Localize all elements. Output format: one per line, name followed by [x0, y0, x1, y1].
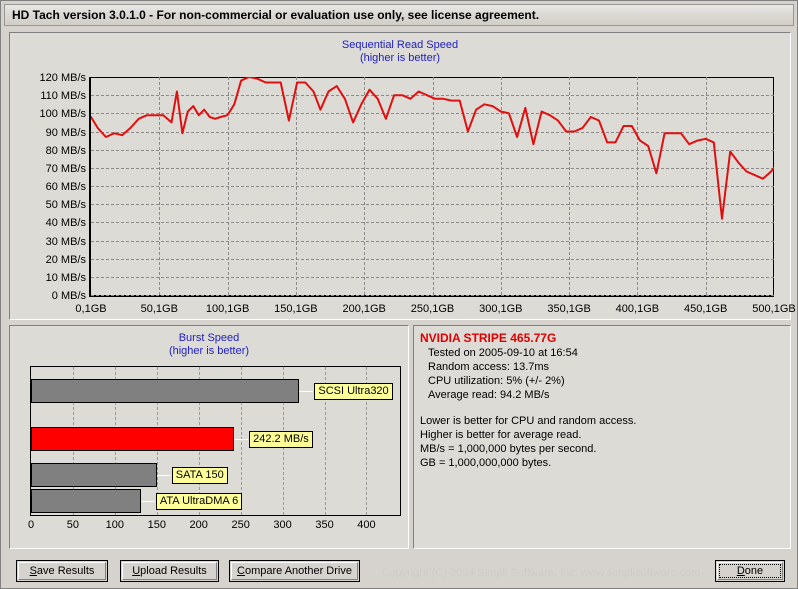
read-x-tick-label: 400,1GB: [615, 303, 660, 315]
cpu-utilization: CPU utilization: 5% (+/- 2%): [428, 375, 565, 387]
gridline-y: [91, 295, 774, 296]
read-x-tick-label: 0,1GB: [75, 303, 107, 315]
read-chart-subtitle: (higher is better): [359, 52, 441, 64]
burst-bar-callout: SATA 150: [171, 467, 228, 484]
upload-results-button[interactable]: Upload Results: [120, 560, 219, 582]
copyright-watermark: Copyright (C) 2004 Simpli Software, Inc.…: [381, 567, 701, 579]
compare-accel: C: [237, 565, 245, 577]
upload-accel: U: [132, 565, 141, 577]
burst-x-tick-label: 50: [66, 519, 80, 531]
note-gb-definition: GB = 1,000,000,000 bytes.: [420, 457, 552, 469]
read-y-tick-label: 30 MB/s: [45, 235, 86, 248]
burst-chart-subtitle: (higher is better): [168, 345, 250, 357]
burst-x-tick-label: 250: [231, 519, 250, 531]
burst-x-tick-label: 400: [357, 519, 376, 531]
read-y-tick-label: 110 MB/s: [40, 90, 86, 103]
read-y-tick-label: 70 MB/s: [45, 162, 86, 175]
read-x-tick-label: 100,1GB: [205, 303, 250, 315]
tested-on: Tested on 2005-09-10 at 16:54: [428, 347, 578, 359]
compare-another-drive-button[interactable]: Compare Another Drive: [229, 560, 360, 582]
read-y-tick-label: 10 MB/s: [45, 271, 86, 284]
hd-tach-window: HD Tach version 3.0.1.0 - For non-commer…: [0, 0, 798, 589]
burst-bar-callout: ATA UltraDMA 6: [155, 493, 243, 510]
read-y-tick-label: 100 MB/s: [39, 108, 86, 121]
save-accel: S: [29, 565, 37, 577]
read-y-tick-label: 80 MB/s: [45, 144, 86, 157]
burst-bar: [31, 463, 157, 487]
burst-x-tick-label: 100: [105, 519, 125, 531]
read-y-tick-label: 60 MB/s: [45, 181, 86, 193]
window-title: HD Tach version 3.0.1.0 - For non-commer…: [12, 8, 540, 22]
read-y-tick-label: 20 MB/s: [45, 253, 86, 266]
burst-speed-panel: Burst Speed (higher is better) SCSI Ultr…: [9, 325, 409, 549]
read-x-tick-label: 200,1GB: [342, 303, 386, 315]
read-speed-trace: [91, 77, 774, 220]
read-x-tick-label: 50,1GB: [140, 303, 178, 315]
compare-label: Compare Another Drive: [237, 565, 352, 577]
burst-x-tick-label: 300: [273, 519, 292, 531]
compare-rest: ompare Another Drive: [244, 565, 352, 577]
random-access: Random access: 13.7ms: [428, 361, 550, 373]
save-rest: ave Results: [36, 565, 95, 577]
burst-bar-callout: 242.2 MB/s: [249, 431, 313, 448]
read-y-tick-label: 40 MB/s: [45, 217, 86, 230]
read-chart-title: Sequential Read Speed: [341, 39, 459, 51]
callout-leader-line: [299, 391, 314, 392]
sequential-read-panel: Sequential Read Speed (higher is better)…: [9, 32, 796, 320]
read-x-tick-label: 300,1GB: [479, 303, 523, 315]
save-results-label: Save Results: [30, 565, 95, 577]
drive-name: NVIDIA STRIPE 465.77G: [420, 331, 557, 345]
callout-leader-line: [156, 475, 171, 476]
burst-bar: [31, 379, 300, 403]
burst-bar: [31, 489, 141, 513]
upload-results-label: Upload Results: [132, 565, 207, 577]
note-lower-is-better: Lower is better for CPU and random acces…: [420, 415, 637, 427]
burst-chart-title: Burst Speed: [178, 332, 240, 344]
save-results-button[interactable]: Save Results: [16, 560, 108, 582]
read-x-tick-label: 450,1GB: [683, 303, 728, 315]
note-higher-is-better: Higher is better for average read.: [420, 429, 582, 441]
read-chart-y-axis: 0 MB/s 10 MB/s 20 MB/s 30 MB/s 40 MB/s 50 MB/…: [10, 72, 86, 302]
focus-rectangle: [719, 564, 781, 578]
read-y-tick-label: 90 MB/s: [45, 126, 86, 139]
read-x-tick-label: 500,1GB: [752, 303, 796, 315]
upload-rest: pload Results: [140, 565, 207, 577]
read-y-tick-label: 0 MB/s: [51, 290, 86, 302]
read-x-tick-label: 150,1GB: [274, 303, 318, 315]
note-mbs-definition: MB/s = 1,000,000 bytes per second.: [420, 443, 597, 455]
read-x-tick-label: 350,1GB: [547, 303, 591, 315]
read-chart-plot-area: [89, 77, 774, 297]
callout-leader-line: [140, 501, 155, 502]
read-chart-x-axis: 0,1GB 50,1GB 100,1GB 150,1GB 200,1GB 250,1GB 3…: [75, 301, 795, 317]
burst-x-tick-label: 350: [315, 519, 334, 531]
average-read: Average read: 94.2 MB/s: [428, 389, 550, 401]
drive-info-panel: NVIDIA STRIPE 465.77G Tested on 2005-09-…: [413, 325, 791, 549]
read-x-tick-label: 250,1GB: [410, 303, 455, 315]
read-y-tick-label: 120 MB/s: [39, 72, 86, 84]
callout-leader-line: [234, 439, 249, 440]
done-button[interactable]: Done: [715, 560, 785, 582]
burst-bar: [31, 427, 235, 451]
read-y-tick-label: 50 MB/s: [45, 199, 86, 212]
window-title-bar: HD Tach version 3.0.1.0 - For non-commer…: [4, 4, 794, 26]
burst-x-tick-label: 0: [27, 519, 35, 531]
burst-x-tick-label: 150: [147, 519, 166, 531]
burst-x-tick-label: 200: [189, 519, 208, 531]
burst-chart-x-axis: 0 50 100 150 200 250 300 350 400: [27, 518, 410, 534]
burst-bar-callout: SCSI Ultra320: [314, 383, 393, 400]
